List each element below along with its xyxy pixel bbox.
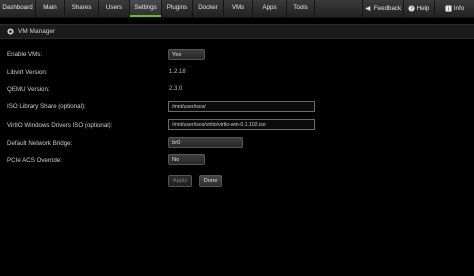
info-link[interactable]: i Info [435, 0, 474, 17]
feedback-label: Feedback [373, 4, 402, 12]
tab-docker[interactable]: Docker [193, 0, 224, 17]
iso-share-input[interactable]: /mnt/user/isos/ [168, 101, 315, 112]
network-bridge-select[interactable]: br0 [168, 137, 243, 148]
virtio-iso-input[interactable]: /mnt/user/isos/virtio/virtio-win-0.1.102… [168, 119, 315, 130]
enable-vms-select[interactable]: Yes [168, 49, 205, 60]
help-icon: ? [408, 5, 415, 12]
tab-shares[interactable]: Shares [65, 0, 99, 17]
qemu-version-label: QEMU Version: [7, 86, 50, 93]
pcie-acs-select[interactable]: No [168, 154, 205, 165]
iso-share-label: ISO Library Share (optional): [7, 103, 86, 110]
tab-tools[interactable]: Tools [287, 0, 315, 17]
libvirt-version-label: Libvirt Version: [7, 69, 48, 76]
help-link[interactable]: ? Help [403, 0, 435, 17]
tab-apps[interactable]: Apps [253, 0, 287, 17]
megaphone-icon [365, 5, 371, 12]
svg-text:i: i [448, 7, 449, 12]
feedback-link[interactable]: Feedback [362, 0, 404, 17]
done-button[interactable]: Done [199, 175, 222, 187]
vm-manager-icon [7, 28, 14, 35]
info-label: Info [453, 4, 465, 12]
svg-text:?: ? [410, 6, 413, 12]
tab-plugins[interactable]: Plugins [162, 0, 193, 17]
tab-users[interactable]: Users [99, 0, 130, 17]
top-nav: Dashboard Main Shares Users Settings Plu… [0, 0, 474, 18]
tab-dashboard[interactable]: Dashboard [0, 0, 36, 17]
info-icon: i [445, 5, 452, 12]
apply-button[interactable]: Apply [168, 175, 192, 187]
pcie-acs-label: PCIe ACS Override: [7, 157, 63, 164]
section-header: VM Manager [0, 24, 474, 39]
virtio-iso-label: VirtIO Windows Drivers ISO (optional): [7, 122, 113, 129]
tab-vms[interactable]: VMs [224, 0, 253, 17]
tab-main[interactable]: Main [36, 0, 65, 17]
help-label: Help [416, 4, 430, 12]
enable-vms-label: Enable VMs: [7, 51, 43, 58]
section-title: VM Manager [18, 28, 56, 35]
tab-settings[interactable]: Settings [130, 0, 162, 17]
libvirt-version-value: 1.2.18 [169, 69, 186, 75]
qemu-version-value: 2.3.0 [169, 86, 183, 92]
network-bridge-label: Default Network Bridge: [7, 140, 73, 147]
